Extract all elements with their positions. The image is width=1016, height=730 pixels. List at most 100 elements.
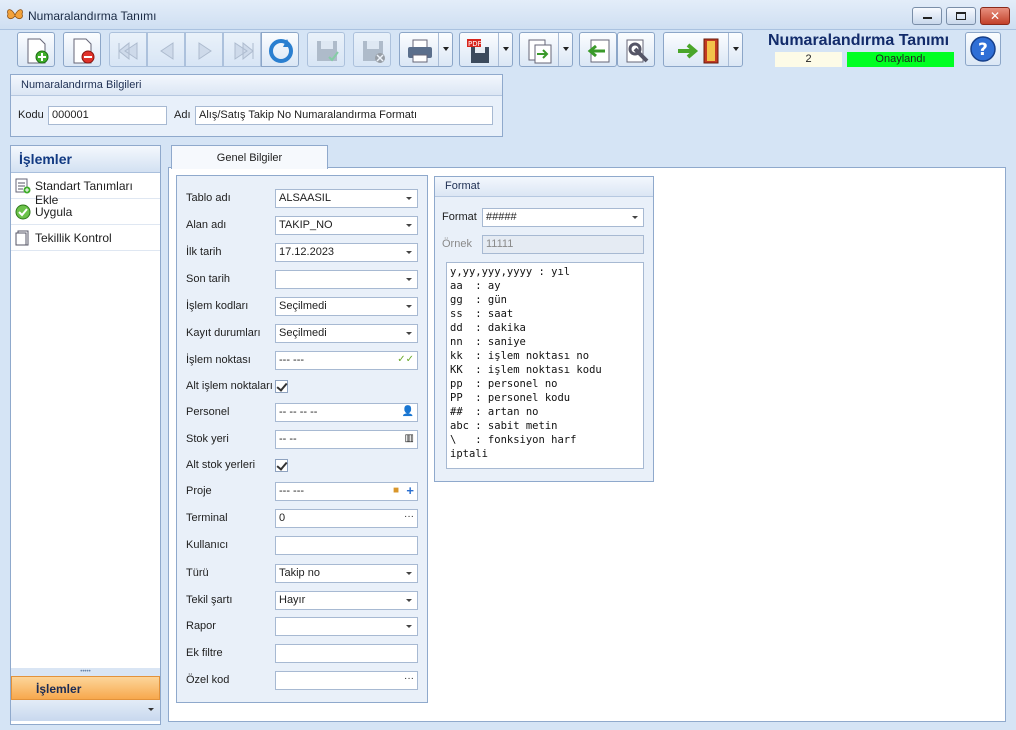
pdf-icon: PDF [467, 39, 489, 63]
sub-stock-places-checkbox[interactable] [275, 459, 288, 472]
op-point-label: İşlem noktası [186, 354, 251, 366]
previous-record-button[interactable] [147, 32, 185, 67]
actions-panel: İşlemler Standart Tanımları Ekle Uygula … [10, 145, 161, 725]
extra-filter-input[interactable] [275, 644, 418, 663]
maximize-button[interactable] [946, 7, 976, 25]
minimize-button[interactable] [912, 7, 942, 25]
extra-filter-label: Ek filtre [186, 647, 223, 659]
warehouse-icon[interactable]: ▥ [405, 433, 414, 444]
close-icon: ✕ [990, 9, 1001, 23]
refresh-button[interactable] [261, 32, 299, 67]
field-name-select[interactable]: TAKIP_NO [275, 216, 418, 235]
chevron-down-icon [406, 305, 412, 311]
tools-button[interactable] [617, 32, 655, 67]
actions-section-button[interactable]: İşlemler [11, 676, 160, 700]
user-input[interactable] [275, 536, 418, 555]
close-button[interactable]: ✕ [980, 7, 1010, 25]
lock-icon[interactable]: ■ [393, 485, 399, 496]
action-uniqueness-check[interactable]: Tekillik Kontrol [11, 225, 160, 251]
printer-icon [408, 39, 432, 63]
op-codes-select[interactable]: Seçilmedi [275, 297, 418, 316]
first-record-button[interactable] [109, 32, 147, 67]
report-select[interactable] [275, 617, 418, 636]
print-button[interactable] [399, 32, 453, 67]
delete-record-button[interactable] [63, 32, 101, 67]
minimize-icon [923, 17, 932, 19]
document-icon [15, 230, 29, 246]
chevron-down-icon [406, 599, 412, 605]
cancel-save-button[interactable] [353, 32, 391, 67]
panel-options-dropdown[interactable] [11, 700, 160, 721]
save-button[interactable] [307, 32, 345, 67]
field-name-label: Alan adı [186, 219, 227, 231]
export-icon [528, 39, 552, 64]
code-input[interactable]: 000001 [48, 106, 167, 125]
new-document-icon [27, 38, 49, 64]
action-apply[interactable]: Uygula [11, 199, 160, 225]
type-select[interactable]: Takip no [275, 564, 418, 583]
last-record-button[interactable] [223, 32, 261, 67]
actions-panel-title: İşlemler [11, 146, 160, 173]
chevron-down-icon [406, 278, 412, 284]
exit-button[interactable] [663, 32, 743, 67]
format-select[interactable]: ##### [482, 208, 644, 227]
check-select-icon[interactable]: ✓✓ [397, 354, 414, 365]
end-date-picker[interactable] [275, 270, 418, 289]
tab-general-info[interactable]: Genel Bilgiler [171, 145, 328, 169]
project-value: --- --- [279, 485, 305, 497]
example-input: 11111 [482, 235, 644, 254]
terminal-input[interactable]: 0 ··· [275, 509, 418, 528]
butterfly-icon [7, 9, 23, 20]
wrench-icon [626, 39, 649, 63]
action-add-standard-definitions[interactable]: Standart Tanımları Ekle [11, 173, 160, 207]
unique-cond-select[interactable]: Hayır [275, 591, 418, 610]
op-point-value: --- --- [279, 354, 305, 366]
sub-op-points-checkbox[interactable] [275, 380, 288, 393]
exit-door-icon [678, 38, 719, 64]
record-number: 2 [775, 52, 842, 67]
window-titlebar: Numaralandırma Tanımı ✕ [0, 0, 1016, 30]
chevron-down-icon [632, 216, 638, 222]
panel-splitter[interactable]: ••••• [11, 668, 160, 676]
save-cancel-icon [363, 41, 385, 63]
stock-place-lookup[interactable]: -- -- ▥ [275, 430, 418, 449]
ellipsis-icon[interactable]: ··· [404, 511, 414, 522]
numbering-info-title: Numaralandırma Bilgileri [11, 75, 502, 96]
stock-place-value: -- -- [279, 433, 297, 445]
table-name-label: Tablo adı [186, 192, 231, 204]
pdf-export-button[interactable]: PDF [459, 32, 513, 67]
personnel-lookup[interactable]: -- -- -- -- 👤 [275, 403, 418, 422]
ellipsis-icon[interactable]: ··· [404, 673, 414, 684]
record-states-select[interactable]: Seçilmedi [275, 324, 418, 343]
format-help-text: y,yy,yyy,yyyy : yıl aa : ay gg : gün ss … [446, 262, 644, 469]
special-code-input[interactable]: ··· [275, 671, 418, 690]
start-date-picker[interactable]: 17.12.2023 [275, 243, 418, 262]
actions-panel-footer: ••••• İşlemler [11, 668, 160, 725]
field-name-value: TAKIP_NO [279, 219, 333, 231]
new-record-button[interactable] [17, 32, 55, 67]
table-name-select[interactable]: ALSAASIL [275, 189, 418, 208]
export-button[interactable] [519, 32, 573, 67]
pdf-dropdown[interactable] [498, 33, 512, 66]
help-icon: ? [970, 36, 996, 62]
help-button[interactable]: ? [965, 32, 1001, 66]
project-lookup[interactable]: --- --- ■ + [275, 482, 418, 501]
action-label: Uygula [35, 205, 73, 219]
exit-dropdown[interactable] [728, 33, 742, 66]
chevron-down-icon [406, 251, 412, 257]
action-label: Tekillik Kontrol [35, 231, 112, 245]
stock-place-label: Stok yeri [186, 433, 229, 445]
sub-stock-places-label: Alt stok yerleri [186, 459, 256, 471]
table-name-value: ALSAASIL [279, 192, 331, 204]
plus-icon[interactable]: + [406, 483, 414, 498]
import-button[interactable] [579, 32, 617, 67]
next-record-button[interactable] [185, 32, 223, 67]
print-dropdown[interactable] [438, 33, 452, 66]
name-input[interactable]: Alış/Satış Takip No Numaralandırma Forma… [195, 106, 493, 125]
code-label: Kodu [18, 109, 44, 121]
export-dropdown[interactable] [558, 33, 572, 66]
person-search-icon[interactable]: 👤 [402, 406, 414, 417]
name-label: Adı [174, 109, 191, 121]
op-point-lookup[interactable]: --- --- ✓✓ [275, 351, 418, 370]
start-date-value: 17.12.2023 [279, 246, 335, 258]
